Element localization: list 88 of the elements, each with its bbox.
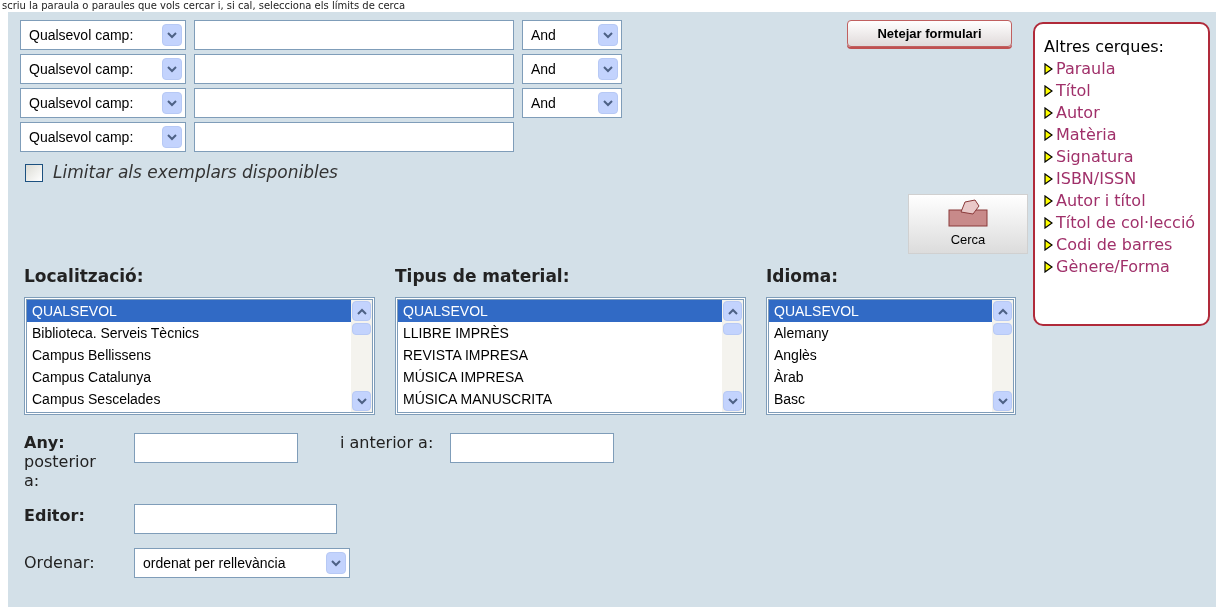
sort-label: Ordenar: xyxy=(24,552,96,574)
triangle-icon xyxy=(1044,239,1053,251)
search-input[interactable] xyxy=(194,20,514,50)
list-label: Idioma: xyxy=(766,264,839,288)
triangle-icon xyxy=(1044,195,1053,207)
editor-input[interactable] xyxy=(134,504,337,534)
scrollbar[interactable] xyxy=(992,300,1013,412)
scroll-up-icon[interactable] xyxy=(993,301,1012,321)
scrollbar[interactable] xyxy=(722,300,743,412)
triangle-icon xyxy=(1044,151,1053,163)
triangle-icon xyxy=(1044,173,1053,185)
before-label: i anterior a: xyxy=(340,433,435,452)
list-option[interactable]: MÚSICA MANUSCRITA xyxy=(398,388,722,410)
listbox[interactable]: QUALSEVOL LLIBRE IMPRÈS REVISTA IMPRESA MÚSICA IMPRESA MÚSICA MANUSCRITA xyxy=(395,297,746,415)
after-label: posterior a: xyxy=(24,452,97,490)
scroll-thumb-icon[interactable] xyxy=(352,323,371,335)
caret-icon xyxy=(162,92,182,114)
list-option[interactable]: Campus Catalunya xyxy=(27,366,351,388)
listbox[interactable]: QUALSEVOL Biblioteca. Serveis Tècnics Campus Bellissens Campus Catalunya Campus Sescelades xyxy=(24,297,375,415)
editor-label: Editor: xyxy=(24,505,86,527)
caret-icon xyxy=(598,24,618,46)
list-option[interactable]: Alemany xyxy=(769,322,992,344)
year-from-input[interactable] xyxy=(134,433,298,463)
list-option[interactable]: QUALSEVOL xyxy=(27,300,351,322)
search-link[interactable]: Títol de col·lecció xyxy=(1056,212,1196,234)
scroll-down-icon[interactable] xyxy=(352,391,371,411)
field-select[interactable]: Qualsevol camp: xyxy=(20,122,186,152)
list-option[interactable]: Basc xyxy=(769,388,992,410)
list-option[interactable]: Àrab xyxy=(769,366,992,388)
scroll-up-icon[interactable] xyxy=(352,301,371,321)
field-select[interactable]: Qualsevol camp: xyxy=(20,54,186,84)
caret-icon xyxy=(162,126,182,148)
caret-icon xyxy=(598,58,618,80)
search-button[interactable]: Cerca xyxy=(908,193,1028,254)
caret-icon xyxy=(326,552,346,574)
list-option[interactable]: MÚSICA IMPRESA xyxy=(398,366,722,388)
triangle-icon xyxy=(1044,63,1053,75)
list-option[interactable]: Campus Bellissens xyxy=(27,344,351,366)
scroll-thumb-icon[interactable] xyxy=(723,323,742,335)
search-link[interactable]: Codi de barres xyxy=(1056,234,1173,256)
list-option[interactable]: QUALSEVOL xyxy=(398,300,722,322)
search-link[interactable]: Matèria xyxy=(1056,124,1117,146)
operator-select[interactable]: And xyxy=(522,20,622,50)
list-option[interactable]: REVISTA IMPRESA xyxy=(398,344,722,366)
year-to-input[interactable] xyxy=(450,433,614,463)
listbox[interactable]: QUALSEVOL Alemany Anglès Àrab Basc xyxy=(766,297,1016,415)
list-option[interactable]: Campus Sescelades xyxy=(27,388,351,410)
search-input[interactable] xyxy=(194,88,514,118)
scroll-up-icon[interactable] xyxy=(723,301,742,321)
list-option[interactable]: Anglès xyxy=(769,344,992,366)
caret-icon xyxy=(162,24,182,46)
operator-select[interactable]: And xyxy=(522,88,622,118)
other-searches-title: Altres cerques: xyxy=(1044,36,1165,58)
list-option[interactable]: QUALSEVOL xyxy=(769,300,992,322)
search-link[interactable]: Autor i títol xyxy=(1056,190,1146,212)
list-label: Localització: xyxy=(24,264,145,288)
sort-select[interactable]: ordenat per rellevància xyxy=(134,548,350,578)
field-select[interactable]: Qualsevol camp: xyxy=(20,88,186,118)
caret-icon xyxy=(162,58,182,80)
scroll-down-icon[interactable] xyxy=(723,391,742,411)
search-link[interactable]: Títol xyxy=(1056,80,1091,102)
triangle-icon xyxy=(1044,107,1053,119)
search-input[interactable] xyxy=(194,54,514,84)
list-label: Tipus de material: xyxy=(395,264,571,288)
checkbox[interactable] xyxy=(25,163,43,182)
field-select[interactable]: Qualsevol camp: xyxy=(20,20,186,50)
triangle-icon xyxy=(1044,85,1053,97)
triangle-icon xyxy=(1044,217,1053,229)
checkbox-label: Limitar als exemplars disponibles xyxy=(53,161,338,184)
year-label: Any: xyxy=(24,433,66,452)
hand-ballot-icon xyxy=(947,197,989,228)
list-option[interactable]: LLIBRE IMPRÈS xyxy=(398,322,722,344)
triangle-icon xyxy=(1044,261,1053,273)
operator-select[interactable]: And xyxy=(522,54,622,84)
intro-text: scriu la paraula o paraules que vols cercar i, si cal, selecciona els límits de cerca xyxy=(1,0,407,12)
list-option[interactable]: Biblioteca. Serveis Tècnics xyxy=(27,322,351,344)
search-link[interactable]: Paraula xyxy=(1056,58,1116,80)
scrollbar[interactable] xyxy=(351,300,372,412)
search-link[interactable]: Gènere/Forma xyxy=(1056,256,1170,278)
search-input[interactable] xyxy=(194,122,514,152)
scroll-thumb-icon[interactable] xyxy=(993,323,1012,335)
caret-icon xyxy=(598,92,618,114)
search-link[interactable]: Signatura xyxy=(1056,146,1134,168)
search-link[interactable]: ISBN/ISSN xyxy=(1056,168,1137,190)
scroll-down-icon[interactable] xyxy=(993,391,1012,411)
search-link[interactable]: Autor xyxy=(1056,102,1100,124)
clear-form-button[interactable]: Netejar formulari xyxy=(847,20,1012,47)
triangle-icon xyxy=(1044,129,1053,141)
